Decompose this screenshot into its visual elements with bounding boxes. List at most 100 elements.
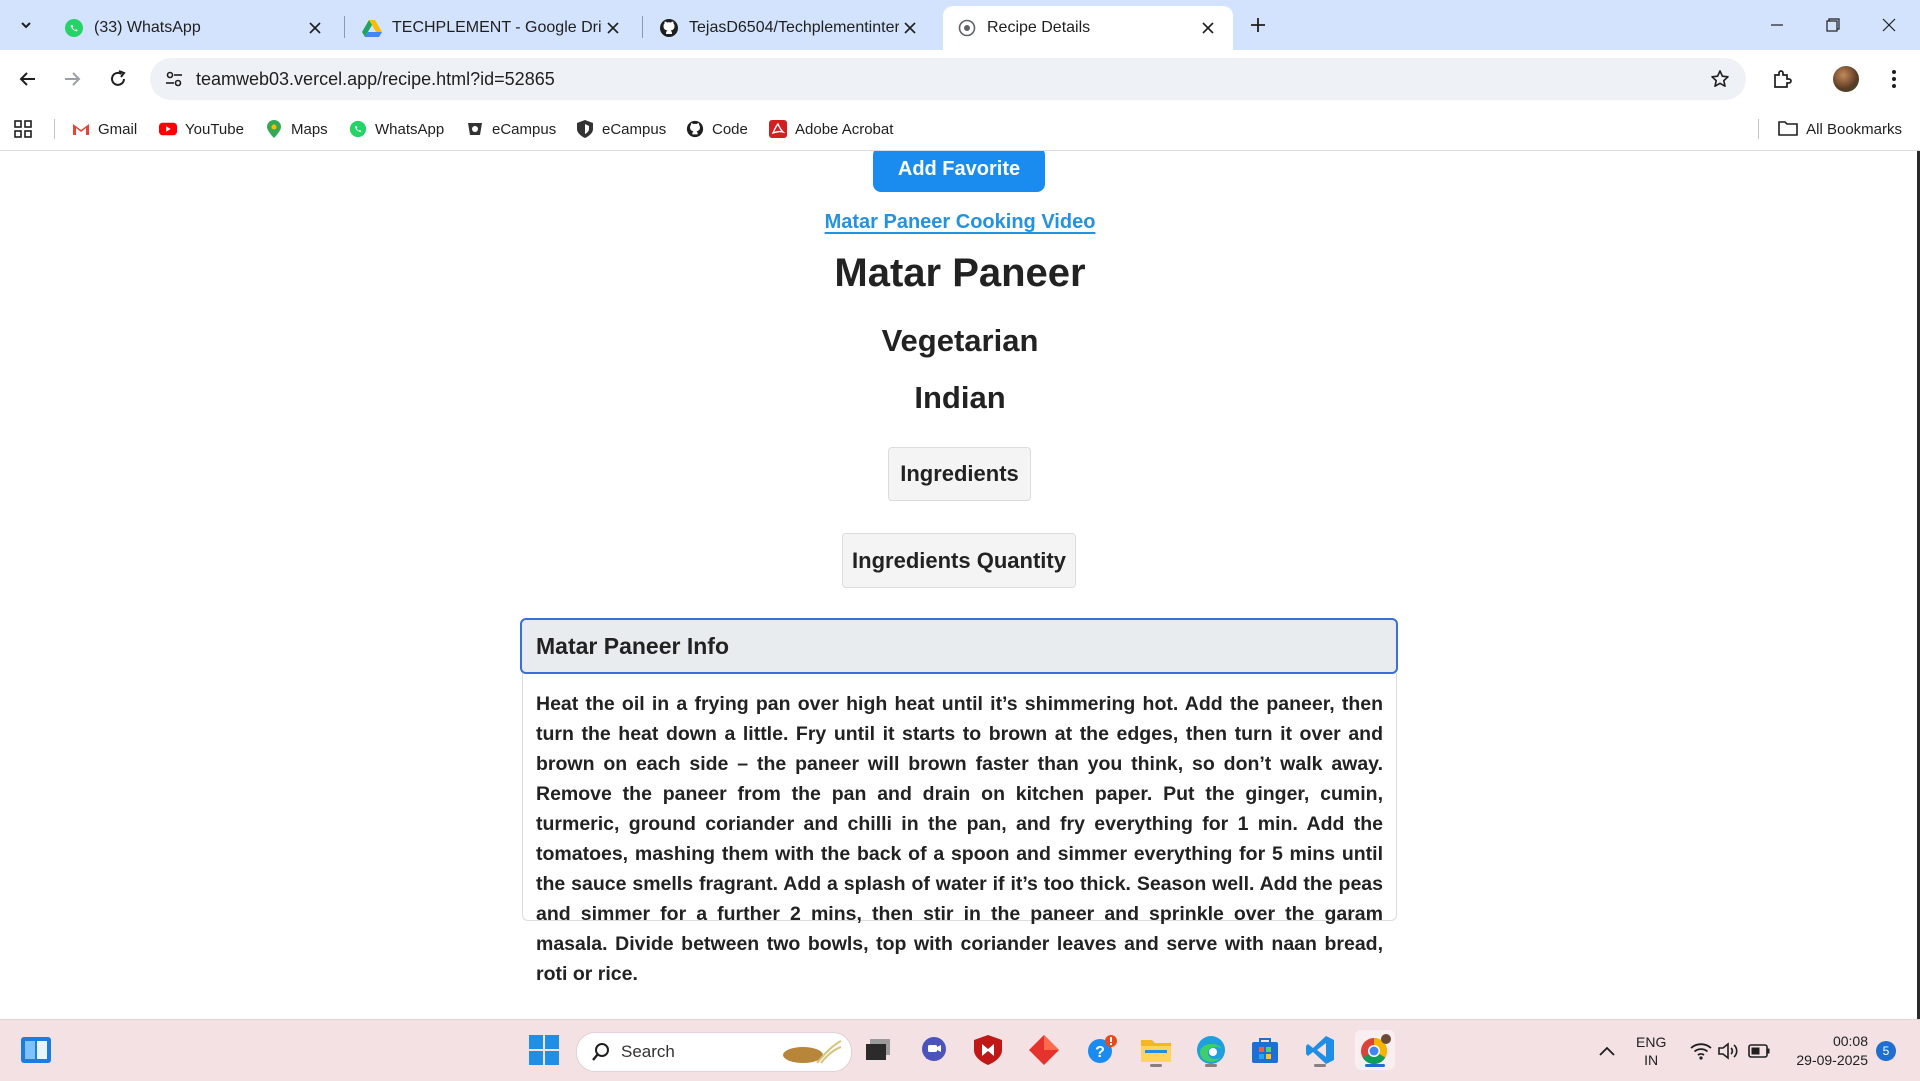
arrow-right-icon bbox=[65, 72, 81, 86]
minimize-icon bbox=[1771, 24, 1783, 26]
tab-search-button[interactable] bbox=[10, 9, 42, 41]
tab-title: TejasD6504/Techplementinterns bbox=[689, 19, 899, 36]
add-favorite-button[interactable]: Add Favorite bbox=[873, 151, 1045, 192]
forward-button[interactable] bbox=[56, 63, 88, 95]
cooking-video-link[interactable]: Matar Paneer Cooking Video bbox=[825, 211, 1096, 233]
url-text[interactable]: teamweb03.vercel.app/recipe.html?id=5286… bbox=[196, 69, 555, 90]
close-icon[interactable] bbox=[1197, 17, 1219, 39]
shield-icon bbox=[576, 120, 594, 138]
all-bookmarks-button[interactable]: All Bookmarks bbox=[1778, 108, 1902, 150]
ingredients-button[interactable]: Ingredients bbox=[888, 447, 1031, 501]
recipe-title: Matar Paneer bbox=[834, 251, 1086, 295]
search-highlight-icon bbox=[781, 1037, 843, 1067]
file-explorer-button[interactable] bbox=[1136, 1030, 1176, 1070]
apps-grid-icon[interactable] bbox=[12, 118, 34, 140]
notifications-button[interactable]: 5 bbox=[1876, 1020, 1896, 1081]
chevron-up-icon bbox=[1599, 1046, 1615, 1056]
bookmark-label: WhatsApp bbox=[375, 120, 445, 138]
bookmark-adobe-acrobat[interactable]: Adobe Acrobat bbox=[769, 108, 893, 150]
language-region: IN bbox=[1644, 1051, 1659, 1068]
site-info-icon[interactable] bbox=[164, 69, 184, 89]
taskbar: Search ? ENG IN 00:08 29-09-2025 5 bbox=[0, 1019, 1920, 1081]
diamond-app-icon bbox=[1029, 1035, 1059, 1065]
help-app-button[interactable]: ? bbox=[1082, 1030, 1122, 1070]
tab-recipe-details[interactable]: Recipe Details bbox=[943, 6, 1233, 50]
volume-button[interactable] bbox=[1718, 1020, 1740, 1081]
whatsapp-icon bbox=[64, 18, 84, 38]
profile-button[interactable] bbox=[1830, 63, 1862, 95]
help-icon: ? bbox=[1088, 1035, 1117, 1063]
bookmark-star-icon[interactable] bbox=[1708, 67, 1732, 91]
tab-google-drive[interactable]: TECHPLEMENT - Google Drive bbox=[348, 6, 638, 50]
close-icon[interactable] bbox=[304, 17, 326, 39]
bookmark-label: Code bbox=[712, 120, 748, 138]
bookmarks-separator bbox=[54, 119, 55, 139]
ingredients-quantity-button[interactable]: Ingredients Quantity bbox=[842, 533, 1076, 588]
recipe-category: Vegetarian bbox=[881, 323, 1039, 358]
tab-separator bbox=[344, 16, 345, 38]
store-button[interactable] bbox=[1245, 1030, 1285, 1070]
bookmark-ecampus[interactable]: eCampus bbox=[466, 108, 556, 150]
network-button[interactable] bbox=[1690, 1020, 1712, 1081]
task-view-button[interactable] bbox=[858, 1030, 898, 1070]
taskbar-search[interactable]: Search bbox=[576, 1032, 852, 1072]
notification-badge: 5 bbox=[1876, 1040, 1896, 1061]
tab-title: (33) WhatsApp bbox=[94, 19, 201, 36]
close-icon[interactable] bbox=[602, 17, 624, 39]
search-icon bbox=[591, 1042, 611, 1062]
globe-icon bbox=[957, 18, 977, 38]
tab-whatsapp[interactable]: (33) WhatsApp bbox=[50, 6, 340, 50]
running-indicator bbox=[1205, 1064, 1217, 1067]
bookmarks-separator bbox=[1758, 119, 1759, 139]
app-diamond-button[interactable] bbox=[1024, 1030, 1064, 1070]
bookmark-youtube[interactable]: YouTube bbox=[159, 108, 244, 150]
hidden-icons-button[interactable] bbox=[1598, 1020, 1616, 1081]
extensions-button[interactable] bbox=[1766, 63, 1798, 95]
chrome-icon bbox=[1361, 1034, 1391, 1065]
reload-button[interactable] bbox=[102, 63, 134, 95]
minimize-button[interactable] bbox=[1749, 0, 1805, 50]
close-icon[interactable] bbox=[899, 17, 921, 39]
restore-button[interactable] bbox=[1805, 0, 1861, 50]
all-bookmarks-label: All Bookmarks bbox=[1806, 120, 1902, 138]
toolbar-separator bbox=[1810, 61, 1812, 97]
bookmark-code[interactable]: Code bbox=[686, 108, 748, 150]
chat-app-button[interactable] bbox=[914, 1030, 954, 1070]
google-drive-icon bbox=[362, 18, 382, 38]
task-view-icon bbox=[866, 1039, 890, 1060]
plus-icon bbox=[1251, 18, 1265, 32]
antivirus-button[interactable] bbox=[968, 1030, 1008, 1070]
menu-button[interactable] bbox=[1878, 63, 1910, 95]
bookmark-gmail[interactable]: Gmail bbox=[72, 108, 137, 150]
back-button[interactable] bbox=[12, 63, 44, 95]
volume-icon bbox=[1718, 1041, 1738, 1060]
vscode-button[interactable] bbox=[1300, 1030, 1340, 1070]
bookmark-label: Maps bbox=[291, 120, 328, 138]
bookmark-maps[interactable]: Maps bbox=[265, 108, 328, 150]
address-bar[interactable]: teamweb03.vercel.app/recipe.html?id=5286… bbox=[150, 58, 1746, 100]
svg-text:?: ? bbox=[1095, 1044, 1105, 1061]
tab-github[interactable]: TejasD6504/Techplementinterns bbox=[645, 6, 935, 50]
close-window-button[interactable] bbox=[1861, 0, 1917, 50]
language-indicator[interactable]: ENG IN bbox=[1636, 1020, 1666, 1081]
edge-button[interactable] bbox=[1191, 1030, 1231, 1070]
start-button[interactable] bbox=[524, 1030, 564, 1070]
vscode-icon bbox=[1306, 1036, 1334, 1064]
arrow-left-icon bbox=[19, 72, 35, 86]
running-indicator bbox=[1314, 1064, 1326, 1067]
new-tab-button[interactable] bbox=[1244, 11, 1272, 39]
browser-toolbar: teamweb03.vercel.app/recipe.html?id=5286… bbox=[0, 50, 1920, 108]
language-code: ENG bbox=[1636, 1033, 1667, 1050]
info-accordion-header[interactable]: Matar Paneer Info bbox=[520, 618, 1398, 674]
bookmark-ecampus-2[interactable]: eCampus bbox=[576, 108, 666, 150]
bookmark-label: eCampus bbox=[602, 120, 667, 138]
widgets-icon bbox=[21, 1037, 51, 1063]
battery-button[interactable] bbox=[1748, 1020, 1770, 1081]
widgets-button[interactable] bbox=[16, 1030, 56, 1070]
bookmark-whatsapp[interactable]: WhatsApp bbox=[349, 108, 444, 150]
puzzle-icon bbox=[1774, 70, 1792, 88]
chrome-button[interactable] bbox=[1355, 1030, 1395, 1070]
clock-date: 29-09-2025 bbox=[1796, 1051, 1868, 1068]
clock[interactable]: 00:08 29-09-2025 bbox=[1786, 1020, 1868, 1081]
ecampus-icon bbox=[466, 120, 484, 138]
